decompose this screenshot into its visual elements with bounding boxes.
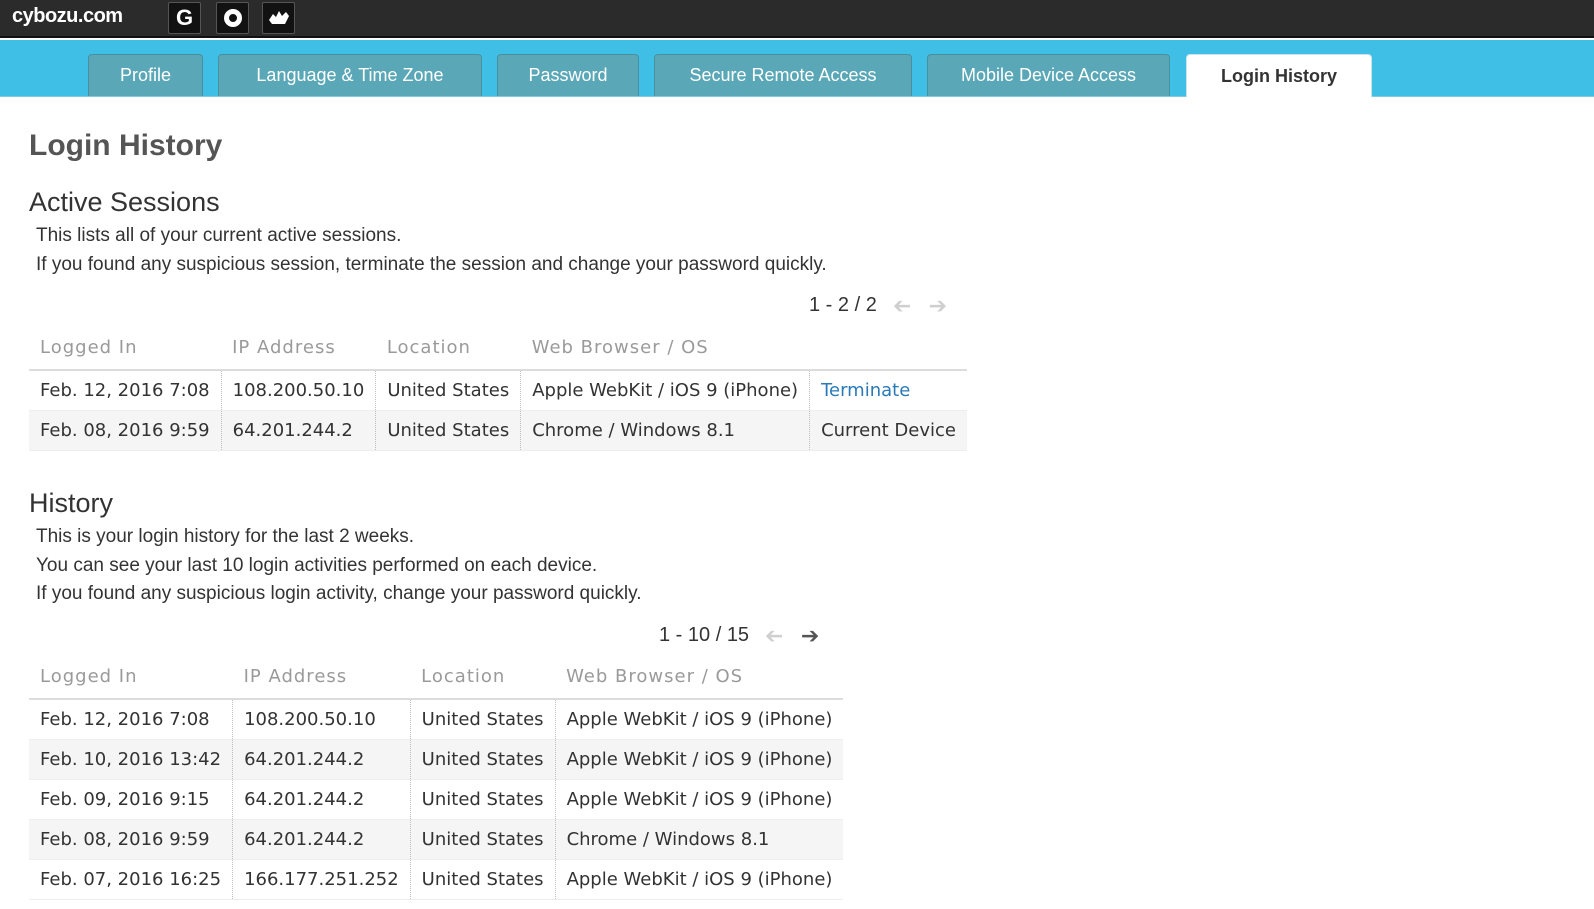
cell-browser-os: Apple WebKit / iOS 9 (iPhone)	[520, 370, 810, 411]
tab-password[interactable]: Password	[497, 54, 639, 96]
active-sessions-pager: 1 - 2 / 2 ➔ ➔	[809, 292, 949, 318]
cell-location: United States	[409, 819, 556, 860]
history-heading: History	[29, 488, 114, 518]
cell-browser-os: Apple WebKit / iOS 9 (iPhone)	[554, 859, 844, 900]
description-line: This lists all of your current active se…	[36, 225, 402, 246]
cell-browser-os: Chrome / Windows 8.1	[554, 819, 844, 860]
cell-logged-in: Feb. 10, 2016 13:42	[29, 739, 233, 780]
tab-secure-remote-access[interactable]: Secure Remote Access	[654, 54, 912, 96]
table-header-row: Logged In IP Address Location Web Browse…	[29, 655, 844, 700]
cell-ip-address: 108.200.50.10	[220, 370, 376, 411]
column-header	[809, 326, 967, 371]
cell-location: United States	[409, 699, 556, 740]
column-header: IP Address	[221, 326, 376, 371]
cell-logged-in: Feb. 08, 2016 9:59	[29, 410, 222, 451]
column-header: IP Address	[232, 655, 411, 700]
history-pager: 1 - 10 / 15 ➔ ➔	[659, 622, 821, 648]
top-bar: cybozu.com G	[0, 0, 1594, 38]
history-table: Logged In IP Address Location Web Browse…	[29, 655, 844, 900]
table-row: Feb. 08, 2016 9:59 64.201.244.2 United S…	[29, 819, 844, 860]
cell-ip-address: 64.201.244.2	[220, 410, 376, 451]
current-device-label: Current Device	[809, 410, 967, 451]
column-header: Web Browser / OS	[555, 655, 844, 700]
tab-mobile-device-access[interactable]: Mobile Device Access	[927, 54, 1170, 96]
cell-browser-os: Apple WebKit / iOS 9 (iPhone)	[554, 699, 844, 740]
cell-logged-in: Feb. 09, 2016 9:15	[29, 779, 233, 820]
cell-ip-address: 64.201.244.2	[232, 739, 411, 780]
description-line: If you found any suspicious session, ter…	[36, 253, 827, 275]
tab-login-history[interactable]: Login History	[1186, 54, 1372, 97]
page-title: Login History	[29, 129, 223, 162]
tab-profile[interactable]: Profile	[88, 54, 203, 96]
table-row: Feb. 12, 2016 7:08 108.200.50.10 United …	[29, 699, 844, 740]
app-ring-button[interactable]	[216, 2, 249, 34]
cell-browser-os: Apple WebKit / iOS 9 (iPhone)	[554, 739, 844, 780]
next-page-icon: ➔	[928, 292, 948, 318]
app-fly-button[interactable]	[262, 2, 295, 34]
prev-page-icon: ➔	[892, 292, 912, 318]
column-header: Location	[375, 326, 521, 371]
history-description: This is your login history for the last …	[36, 523, 642, 609]
table-row: Feb. 07, 2016 16:25 166.177.251.252 Unit…	[29, 859, 844, 900]
settings-tab-bar: Profile Language & Time Zone Password Se…	[0, 40, 1594, 97]
cell-logged-in: Feb. 08, 2016 9:59	[29, 819, 233, 860]
terminate-session-link[interactable]: Terminate	[809, 370, 967, 411]
description-line: You can see your last 10 login activitie…	[36, 554, 598, 576]
cell-ip-address: 64.201.244.2	[232, 819, 411, 860]
description-line: This is your login history for the last …	[36, 526, 415, 547]
cell-location: United States	[409, 739, 556, 780]
cell-logged-in: Feb. 07, 2016 16:25	[29, 859, 233, 900]
app-g-button[interactable]: G	[168, 2, 201, 34]
pager-range: 1 - 2 / 2	[809, 294, 877, 316]
cell-location: United States	[375, 370, 521, 411]
cell-ip-address: 108.200.50.10	[232, 699, 411, 740]
table-row: Feb. 08, 2016 9:59 64.201.244.2 United S…	[29, 410, 967, 451]
cell-location: United States	[409, 859, 556, 900]
column-header: Logged In	[29, 326, 222, 371]
ring-icon	[223, 9, 242, 27]
column-header: Web Browser / OS	[520, 326, 810, 371]
column-header: Logged In	[29, 655, 233, 700]
cell-logged-in: Feb. 12, 2016 7:08	[29, 370, 222, 411]
tab-language-time-zone[interactable]: Language & Time Zone	[218, 54, 482, 96]
cell-browser-os: Apple WebKit / iOS 9 (iPhone)	[554, 779, 844, 820]
table-row: Feb. 09, 2016 9:15 64.201.244.2 United S…	[29, 779, 844, 820]
cell-ip-address: 64.201.244.2	[232, 779, 411, 820]
cell-location: United States	[375, 410, 521, 451]
column-header: Location	[410, 655, 556, 700]
cell-ip-address: 166.177.251.252	[232, 859, 411, 900]
cell-location: United States	[409, 779, 556, 820]
g-icon: G	[175, 5, 194, 30]
next-page-icon[interactable]: ➔	[799, 624, 821, 647]
description-line: If you found any suspicious login activi…	[36, 583, 642, 604]
prev-page-icon: ➔	[764, 622, 784, 648]
active-sessions-description: This lists all of your current active se…	[36, 222, 827, 279]
cell-browser-os: Chrome / Windows 8.1	[520, 410, 810, 451]
table-header-row: Logged In IP Address Location Web Browse…	[29, 326, 967, 371]
active-sessions-heading: Active Sessions	[29, 187, 220, 217]
pager-range: 1 - 10 / 15	[659, 624, 750, 646]
active-sessions-table: Logged In IP Address Location Web Browse…	[29, 326, 967, 451]
cell-logged-in: Feb. 12, 2016 7:08	[29, 699, 233, 740]
table-row: Feb. 10, 2016 13:42 64.201.244.2 United …	[29, 739, 844, 780]
table-row: Feb. 12, 2016 7:08 108.200.50.10 United …	[29, 370, 967, 411]
bird-icon	[268, 11, 289, 24]
brand-logo[interactable]: cybozu.com	[12, 5, 123, 28]
